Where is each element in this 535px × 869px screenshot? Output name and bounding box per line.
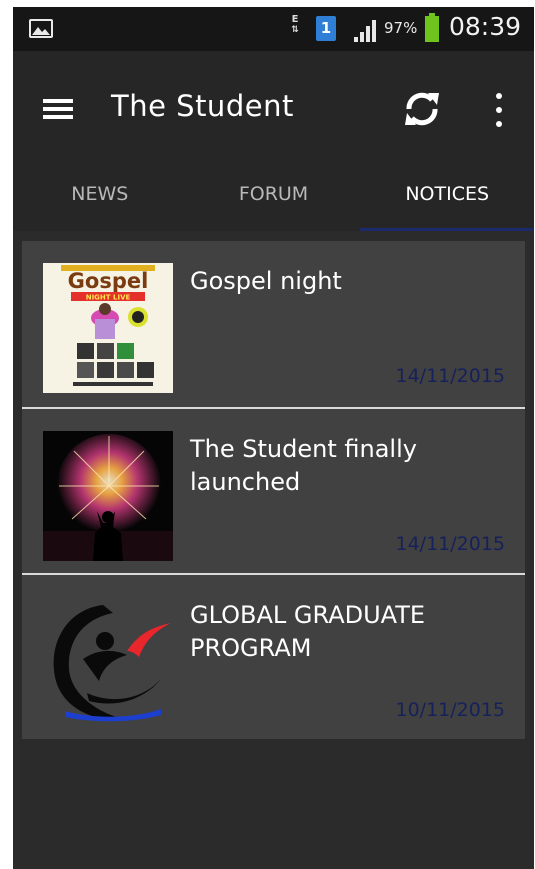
tab-forum[interactable]: FORUM xyxy=(187,171,361,231)
list-item[interactable]: GLOBAL GRADUATE PROGRAM 10/11/2015 xyxy=(22,573,525,739)
clock: 08:39 xyxy=(449,12,522,41)
notice-title: Gospel night xyxy=(190,267,342,295)
tab-bar: NEWS FORUM NOTICES xyxy=(13,171,534,231)
notice-title: GLOBAL GRADUATE PROGRAM xyxy=(190,601,426,662)
fireworks-image xyxy=(43,431,173,561)
more-options-icon[interactable] xyxy=(487,91,511,129)
notice-date: 10/11/2015 xyxy=(395,699,505,721)
notice-thumbnail: Gospel NIGHT LIVE xyxy=(43,263,173,393)
signal-icon xyxy=(354,20,376,42)
poster-subtitle: NIGHT LIVE xyxy=(86,294,131,302)
app-title: The Student xyxy=(111,89,294,123)
notice-date: 14/11/2015 xyxy=(395,365,505,387)
gallery-notification-icon xyxy=(29,19,53,38)
refresh-icon[interactable] xyxy=(399,87,445,131)
app-bar: The Student NEWS FORUM NOTICES xyxy=(13,51,534,231)
status-bar: E ⇅ 1 97% 08:39 xyxy=(13,7,534,51)
data-transfer-icon: E ⇅ xyxy=(289,14,301,44)
menu-icon[interactable] xyxy=(41,97,75,121)
battery-icon xyxy=(425,13,439,42)
data-indicator-text: E xyxy=(291,14,299,25)
battery-percent: 97% xyxy=(384,19,418,37)
poster-title: Gospel xyxy=(68,269,149,293)
list-item[interactable]: Gospel NIGHT LIVE Gospel night 14/11/201… xyxy=(22,241,525,407)
notice-title: The Student finally launched xyxy=(190,435,417,496)
phone-screen: E ⇅ 1 97% 08:39 The Student NEWS FORUM N… xyxy=(13,7,534,869)
gospel-poster-image: Gospel NIGHT LIVE xyxy=(43,263,173,393)
list-item[interactable]: The Student finally launched 14/11/2015 xyxy=(22,407,525,573)
graduate-program-logo xyxy=(53,605,171,722)
tab-notices[interactable]: NOTICES xyxy=(360,171,534,231)
notice-thumbnail xyxy=(43,431,173,561)
sim-icon: 1 xyxy=(316,16,336,41)
notices-list: Gospel NIGHT LIVE Gospel night 14/11/201… xyxy=(22,241,525,739)
notice-date: 14/11/2015 xyxy=(395,533,505,555)
tab-news[interactable]: NEWS xyxy=(13,171,187,231)
notice-thumbnail xyxy=(43,597,173,727)
